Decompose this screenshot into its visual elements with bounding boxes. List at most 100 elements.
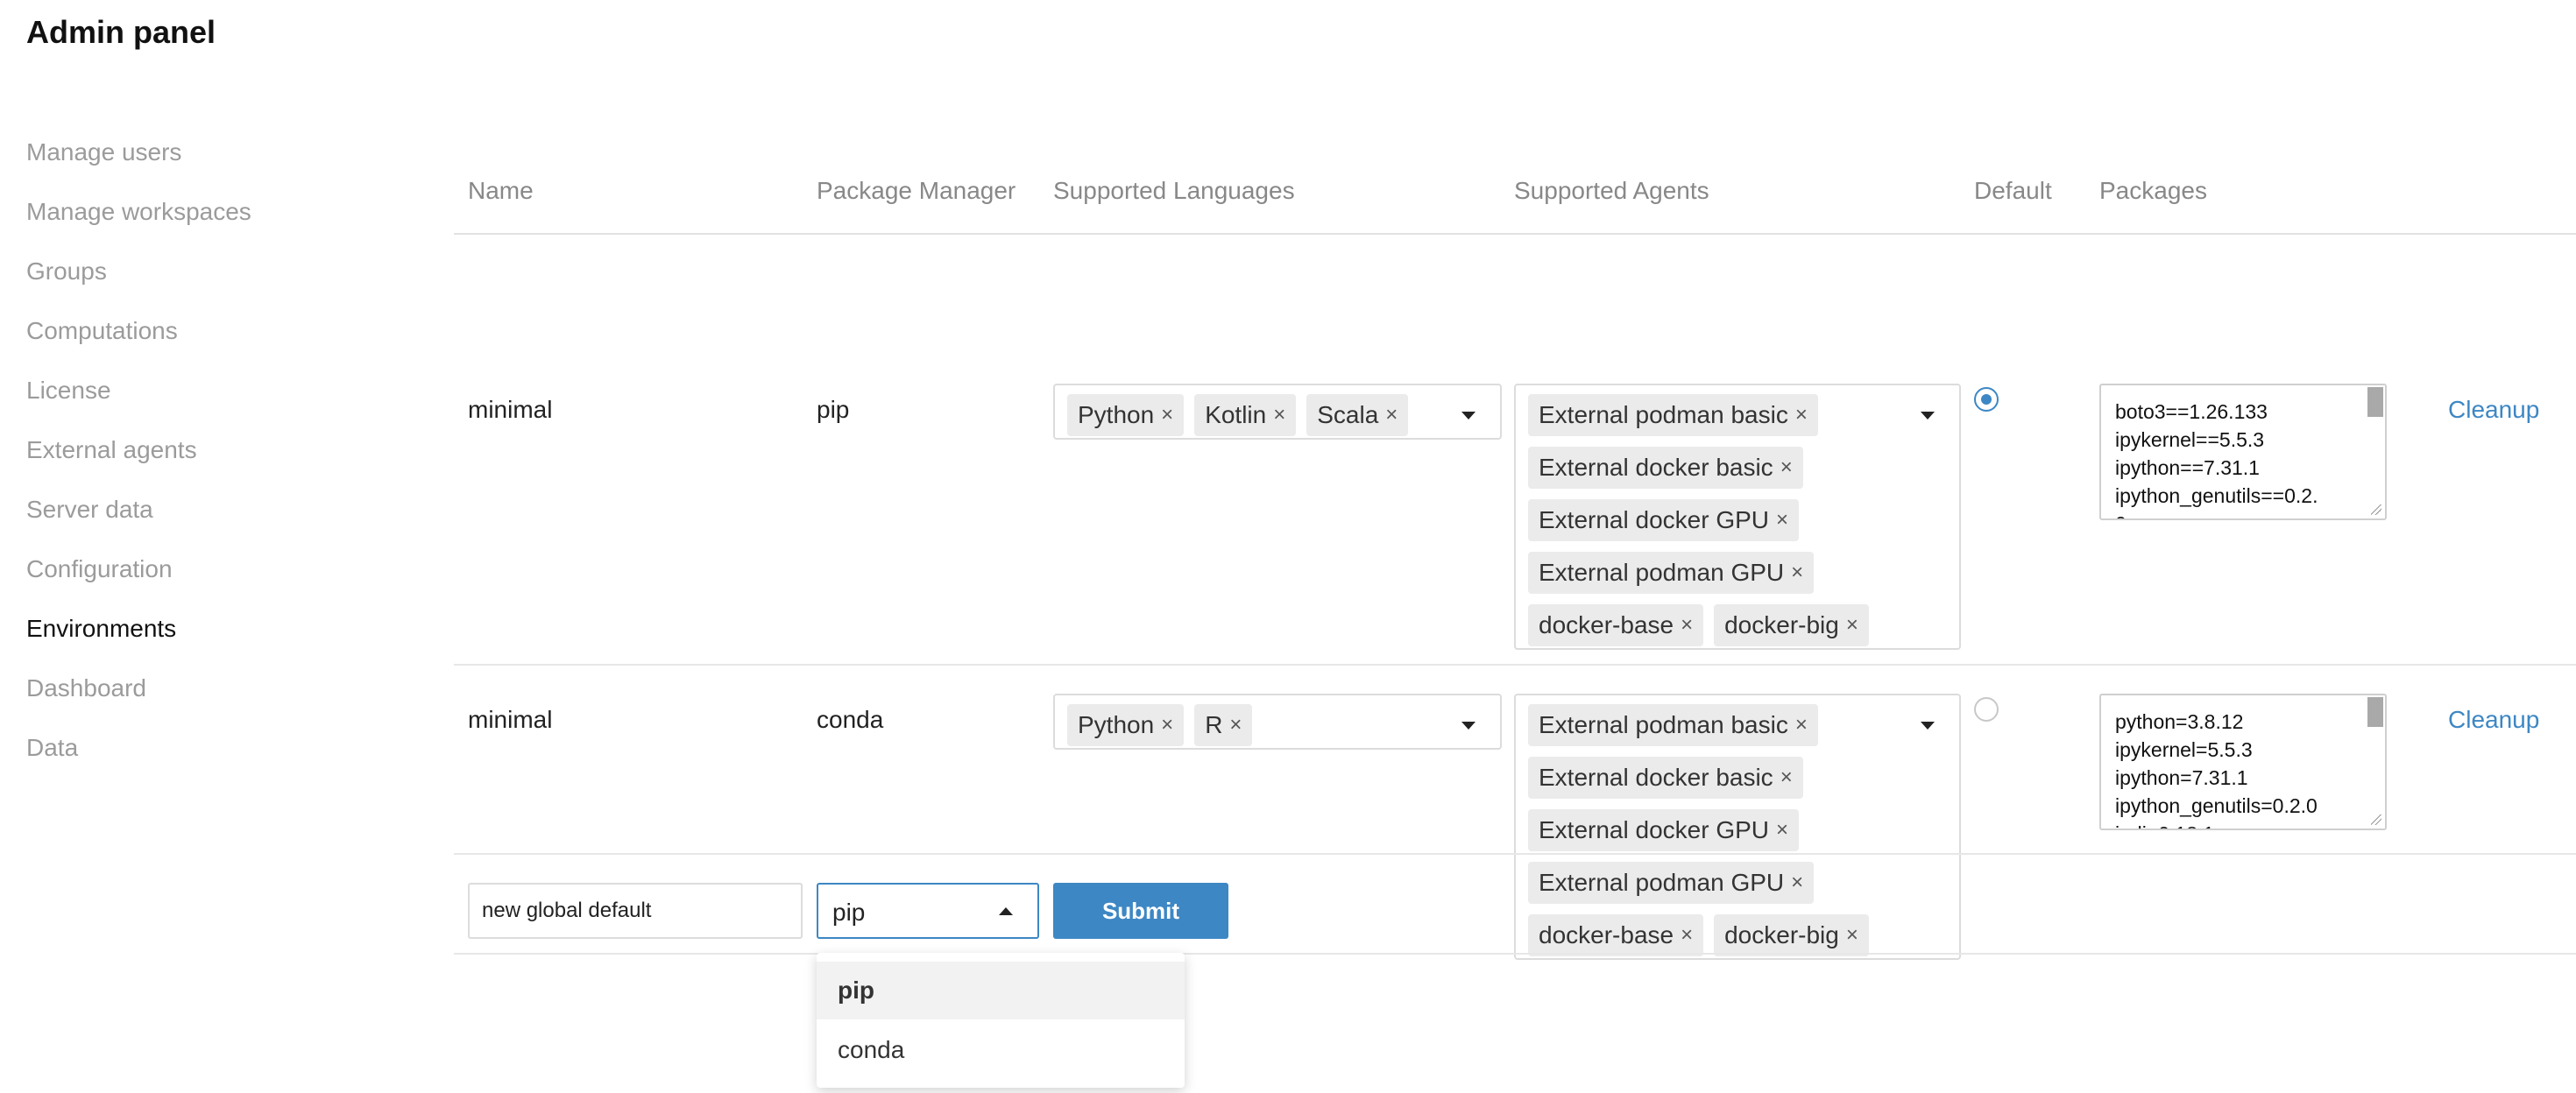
- scrollbar-thumb[interactable]: [2367, 697, 2383, 727]
- chevron-down-icon: [1921, 722, 1935, 730]
- resize-grip-icon[interactable]: [2371, 504, 2381, 515]
- tag-label: External podman basic: [1539, 711, 1788, 738]
- tag-label: Kotlin: [1205, 401, 1267, 428]
- environments-table: Name Package Manager Supported Languages…: [454, 149, 2576, 1093]
- sidebar-item-groups[interactable]: Groups: [26, 250, 394, 310]
- agent-tag: docker-big ×: [1714, 604, 1869, 646]
- tag-label: Python: [1078, 401, 1155, 428]
- tag-label: External podman basic: [1539, 401, 1788, 428]
- agents-multiselect[interactable]: External podman basic × External docker ba…: [1514, 694, 1961, 960]
- language-tag: Python ×: [1067, 394, 1185, 436]
- agent-tag: External podman basic ×: [1528, 394, 1818, 436]
- package-manager-dropdown: pip conda: [817, 953, 1185, 1088]
- tag-label: docker-base: [1539, 921, 1674, 948]
- remove-tag-icon[interactable]: ×: [1780, 455, 1793, 480]
- agent-tag: External docker GPU ×: [1528, 809, 1800, 851]
- cleanup-link[interactable]: Cleanup: [2448, 396, 2539, 424]
- agent-tag: External docker basic ×: [1528, 757, 1803, 799]
- sidebar-item-license[interactable]: License: [26, 370, 394, 429]
- sidebar-item-server-data[interactable]: Server data: [26, 489, 394, 548]
- sidebar-item-configuration[interactable]: Configuration: [26, 548, 394, 608]
- remove-tag-icon[interactable]: ×: [1776, 818, 1788, 843]
- dropdown-option-conda[interactable]: conda: [817, 1021, 1185, 1079]
- sidebar-item-external-agents[interactable]: External agents: [26, 429, 394, 489]
- sidebar-item-dashboard[interactable]: Dashboard: [26, 667, 394, 727]
- language-tag: R ×: [1194, 704, 1253, 746]
- sidebar-item-computations[interactable]: Computations: [26, 310, 394, 370]
- scrollbar-thumb[interactable]: [2367, 387, 2383, 417]
- agent-tag: External docker basic ×: [1528, 447, 1803, 489]
- sidebar: Manage users Manage workspaces Groups Compu…: [26, 131, 394, 786]
- sidebar-item-data[interactable]: Data: [26, 727, 394, 786]
- package-manager-value: conda: [817, 706, 884, 733]
- sidebar-item-manage-users[interactable]: Manage users: [26, 131, 394, 191]
- table-bottom-divider: [454, 953, 2576, 955]
- default-radio[interactable]: [1974, 697, 1999, 722]
- tag-label: External podman GPU: [1539, 869, 1785, 896]
- remove-tag-icon[interactable]: ×: [1846, 613, 1858, 638]
- packages-textarea[interactable]: boto3==1.26.133 ipykernel==5.5.3 ipython…: [2099, 384, 2387, 520]
- languages-multiselect[interactable]: Python × Kotlin × Scala ×: [1053, 384, 1502, 440]
- agent-tag: External podman basic ×: [1528, 704, 1818, 746]
- package-manager-select-value: pip: [832, 899, 866, 926]
- remove-tag-icon[interactable]: ×: [1161, 403, 1173, 427]
- agent-tag: External docker GPU ×: [1528, 499, 1800, 541]
- cleanup-link[interactable]: Cleanup: [2448, 706, 2539, 734]
- packages-textarea[interactable]: python=3.8.12 ipykernel=5.5.3 ipython=7.…: [2099, 694, 2387, 830]
- environment-name-input[interactable]: [468, 883, 803, 939]
- language-tag: Kotlin ×: [1194, 394, 1297, 436]
- chevron-up-icon: [999, 907, 1013, 915]
- remove-tag-icon[interactable]: ×: [1681, 613, 1693, 638]
- column-header-agents: Supported Agents: [1514, 177, 1709, 204]
- remove-tag-icon[interactable]: ×: [1273, 403, 1285, 427]
- remove-tag-icon[interactable]: ×: [1795, 713, 1808, 737]
- tag-label: docker-big: [1724, 921, 1839, 948]
- default-radio[interactable]: [1974, 387, 1999, 412]
- tag-label: External docker basic: [1539, 764, 1773, 791]
- dropdown-option-pip[interactable]: pip: [817, 962, 1185, 1019]
- sidebar-item-manage-workspaces[interactable]: Manage workspaces: [26, 191, 394, 250]
- remove-tag-icon[interactable]: ×: [1776, 508, 1788, 532]
- remove-tag-icon[interactable]: ×: [1846, 923, 1858, 948]
- row-divider: [454, 664, 2576, 666]
- tag-label: External docker GPU: [1539, 816, 1769, 843]
- remove-tag-icon[interactable]: ×: [1795, 403, 1808, 427]
- tag-label: Python: [1078, 711, 1155, 738]
- tag-label: Scala: [1317, 401, 1379, 428]
- environment-name: minimal: [468, 396, 553, 423]
- page-title: Admin panel: [26, 14, 216, 50]
- environment-name: minimal: [468, 706, 553, 733]
- chevron-down-icon: [1461, 412, 1476, 420]
- column-header-name: Name: [468, 177, 534, 204]
- submit-button[interactable]: Submit: [1053, 883, 1228, 939]
- agent-tag: docker-base ×: [1528, 914, 1704, 956]
- remove-tag-icon[interactable]: ×: [1161, 713, 1173, 737]
- resize-grip-icon[interactable]: [2371, 814, 2381, 825]
- agent-tag: External podman GPU ×: [1528, 862, 1815, 904]
- column-header-package-manager: Package Manager: [817, 177, 1016, 204]
- sidebar-item-environments[interactable]: Environments: [26, 608, 394, 667]
- remove-tag-icon[interactable]: ×: [1681, 923, 1693, 948]
- column-header-packages: Packages: [2099, 177, 2207, 204]
- package-manager-value: pip: [817, 396, 850, 423]
- package-manager-select[interactable]: pip: [817, 883, 1039, 939]
- packages-text: python=3.8.12 ipykernel=5.5.3 ipython=7.…: [2115, 710, 2318, 829]
- tag-label: External docker GPU: [1539, 506, 1769, 533]
- tag-label: External docker basic: [1539, 454, 1773, 481]
- remove-tag-icon[interactable]: ×: [1229, 713, 1242, 737]
- tag-label: docker-big: [1724, 611, 1839, 638]
- tag-label: docker-base: [1539, 611, 1674, 638]
- remove-tag-icon[interactable]: ×: [1791, 871, 1803, 895]
- agents-tags: External podman basic × External docker ba…: [1528, 704, 1896, 956]
- remove-tag-icon[interactable]: ×: [1385, 403, 1398, 427]
- remove-tag-icon[interactable]: ×: [1780, 765, 1793, 790]
- languages-multiselect[interactable]: Python × R ×: [1053, 694, 1502, 750]
- header-divider: [454, 233, 2576, 235]
- remove-tag-icon[interactable]: ×: [1791, 561, 1803, 585]
- tag-label: External podman GPU: [1539, 559, 1785, 586]
- agent-tag: External podman GPU ×: [1528, 552, 1815, 594]
- language-tag: Python ×: [1067, 704, 1185, 746]
- languages-tags: Python × R ×: [1067, 704, 1447, 746]
- agents-multiselect[interactable]: External podman basic × External docker ba…: [1514, 384, 1961, 650]
- row-divider: [454, 853, 2576, 855]
